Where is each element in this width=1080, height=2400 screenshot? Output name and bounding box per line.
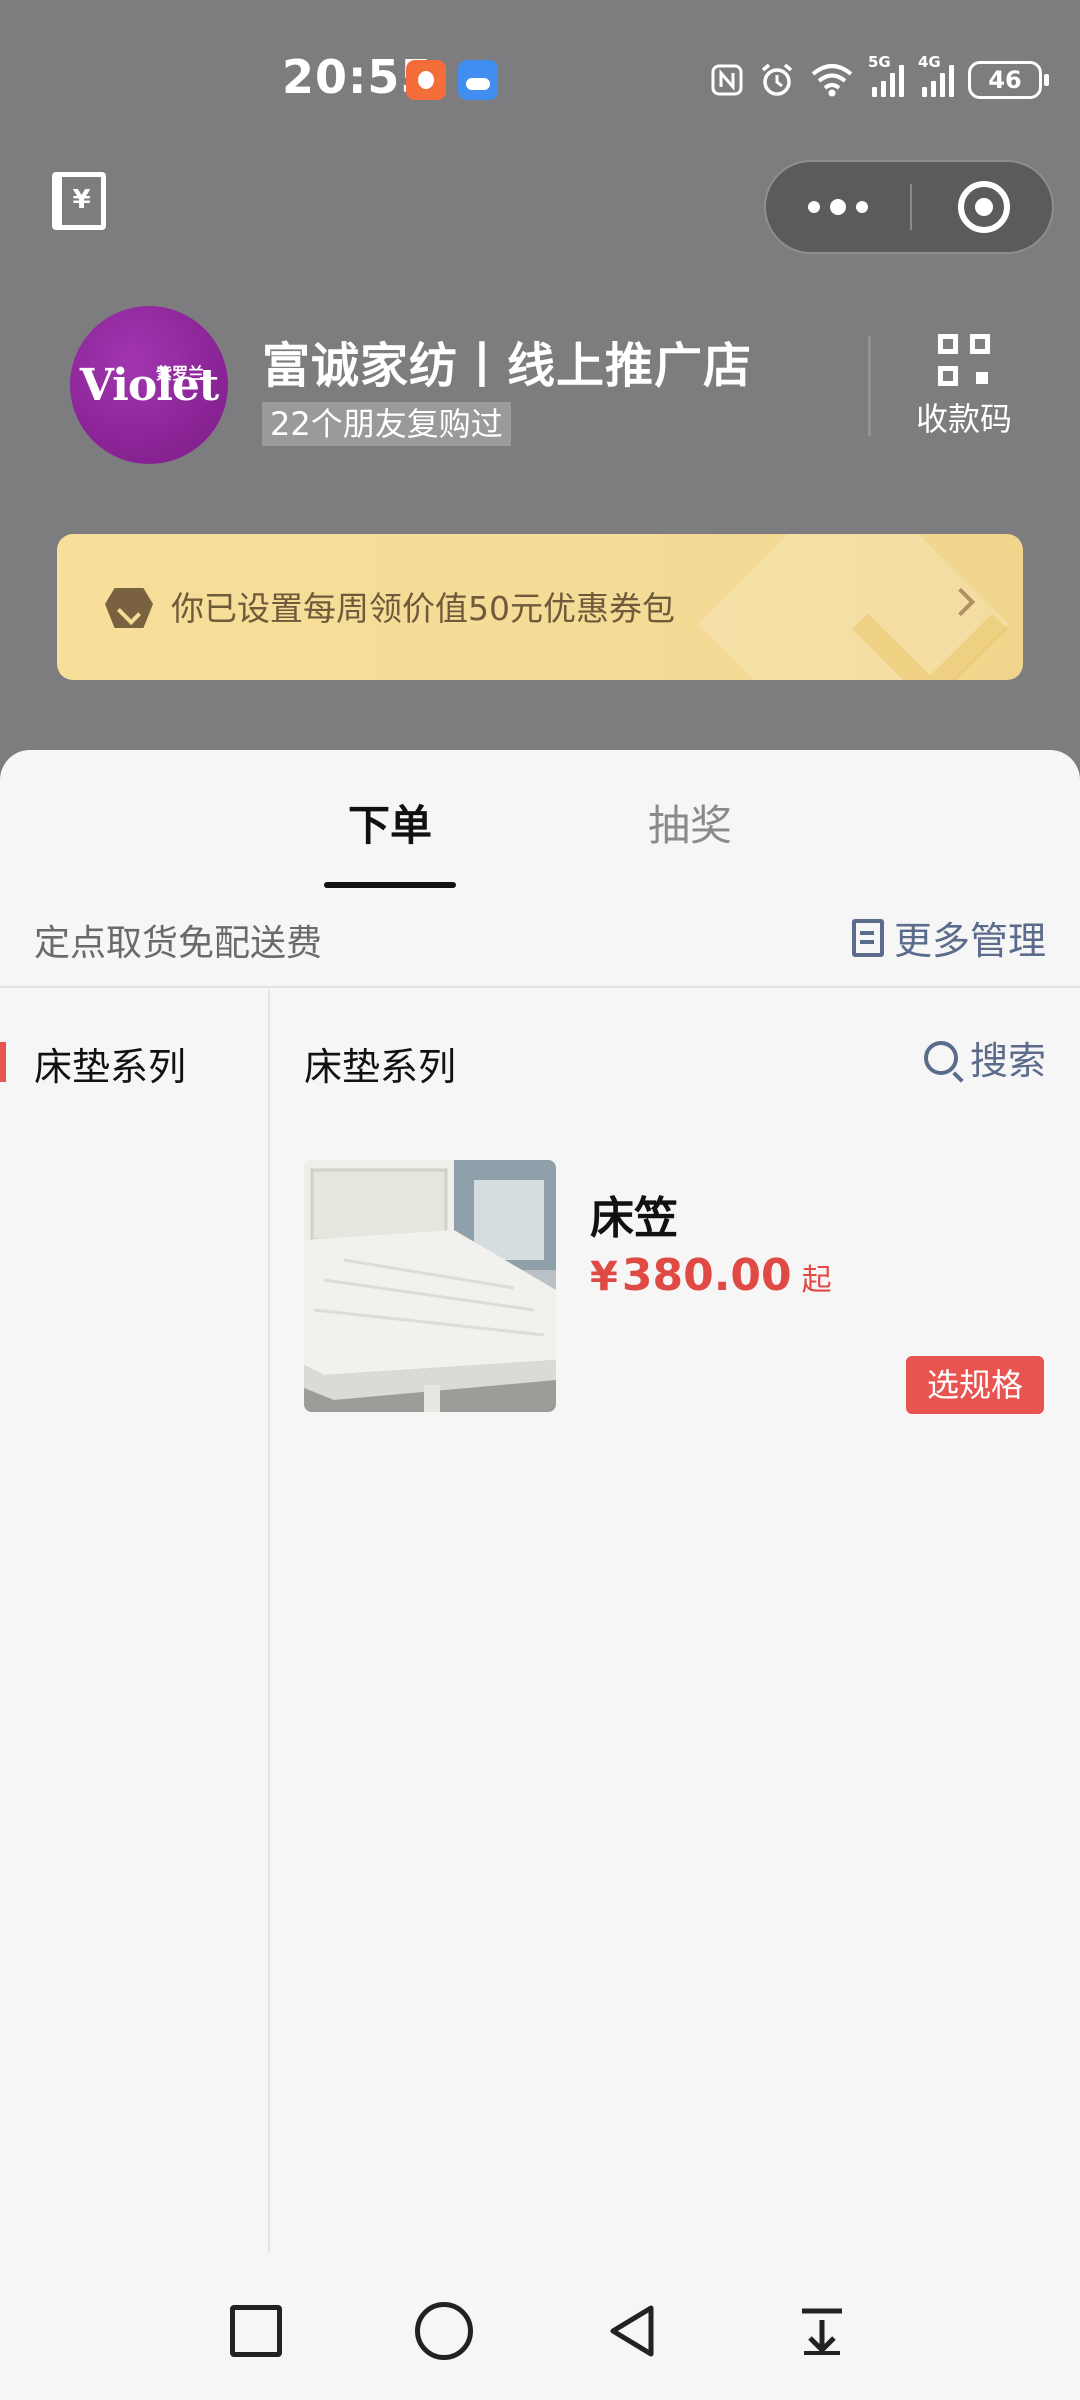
repurchase-badge: 22个朋友复购过 [262,402,511,446]
active-category-indicator [0,1042,6,1082]
wifi-icon [811,64,853,97]
tab-lottery[interactable]: 抽奖 [648,792,732,853]
qr-code-icon [938,334,990,386]
close-mini-program-button[interactable] [912,162,1056,252]
avatar-subtext: 紫罗兰 [156,364,205,383]
price-currency: ¥ [590,1254,618,1300]
shop-avatar[interactable]: 紫罗兰 Violet [70,306,228,464]
product-image[interactable] [304,1160,556,1412]
coupon-banner[interactable]: 你已设置每周领价值50元优惠券包 [57,534,1023,680]
back-triangle-icon [610,2305,654,2357]
back-button[interactable] [582,2262,682,2400]
mini-program-capsule [764,160,1054,254]
nfc-icon [711,64,743,96]
dot-icon [808,201,820,213]
coupon-text: 你已设置每周领价值50元优惠券包 [171,589,675,628]
search-label: 搜索 [969,1039,1046,1083]
shop-name: 富诚家纺丨线上推广店 [262,338,753,394]
battery-icon: 46 [968,61,1049,99]
weather-icon [458,60,498,100]
page: 20:55 5G 4G 46 ¥ 紫罗兰 Violet 富诚家纺丨线上推广店 2… [0,0,1080,2400]
product-name: 床笠 [590,1193,678,1244]
product-price: ¥ 380.00 起 [590,1250,832,1301]
system-nav-bar [0,2262,1080,2400]
price-value: 380.00 [621,1250,792,1301]
status-icons: 5G 4G 46 [710,53,1049,104]
search-icon [923,1040,958,1075]
coupon-icon [105,588,153,628]
pull-down-icon [802,2308,842,2355]
recent-apps-button[interactable] [206,2262,306,2400]
price-suffix: 起 [801,1263,832,1298]
tab-active-indicator [324,882,456,888]
document-icon [851,918,884,957]
alarm-icon [761,63,793,96]
signal-5g-label: 5G [868,53,891,71]
dot-icon [856,201,868,213]
product-card[interactable]: 床笠 ¥ 380.00 起 选规格 [304,1160,1044,1416]
qr-label: 收款码 [915,400,1012,438]
home-button[interactable] [394,2262,494,2400]
search-button[interactable]: 搜索 [923,1030,1046,1085]
more-options-button[interactable] [766,162,910,252]
notification-pull-button[interactable] [772,2262,872,2400]
target-icon [958,181,1010,233]
category-sidebar: 床垫系列 [0,990,270,2252]
more-management-label: 更多管理 [893,919,1046,963]
select-spec-button[interactable]: 选规格 [906,1356,1044,1414]
pickup-text: 定点取货免配送费 [34,923,323,964]
tab-order[interactable]: 下单 [348,792,432,853]
tab-bar: 下单 抽奖 [0,750,1080,890]
signal-5g-icon: 5G [868,53,904,97]
section-title: 床垫系列 [304,1045,457,1089]
app-notification-icon [406,60,446,100]
more-management-button[interactable]: 更多管理 [851,910,1046,965]
product-list: 床垫系列 搜索 床笠 ¥ 380.00 起 选规格 [272,990,1080,2252]
pickup-bar: 定点取货免配送费 更多管理 [0,890,1080,988]
sidebar-item-label: 床垫系列 [34,1045,187,1089]
dot-icon [830,199,846,215]
ledger-icon[interactable]: ¥ [52,172,106,230]
header-divider [868,336,871,436]
signal-4g-icon: 4G [918,53,954,97]
status-bar: 20:55 5G 4G 46 [0,0,1080,160]
signal-4g-label: 4G [918,53,941,71]
main-sheet: 下单 抽奖 定点取货免配送费 更多管理 床垫系列 床垫系列 搜索 床笠 ¥ 38… [0,750,1080,2400]
payment-qr-button[interactable]: 收款码 [906,334,1022,440]
